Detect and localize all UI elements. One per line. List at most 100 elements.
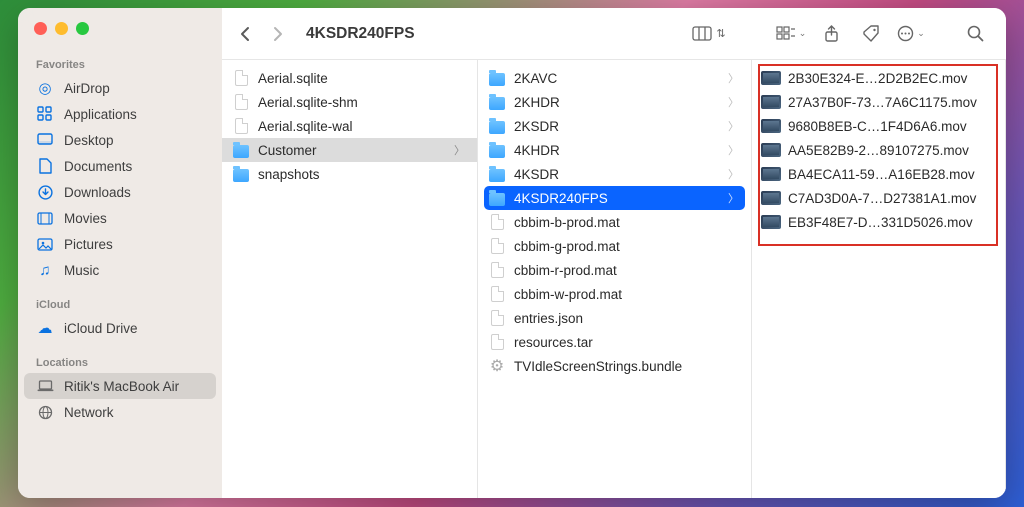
list-item[interactable]: cbbim-w-prod.mat <box>478 282 751 306</box>
zoom-window-button[interactable] <box>76 22 89 35</box>
tags-button[interactable] <box>854 20 888 48</box>
sidebar-section-title-favorites: Favorites <box>18 53 222 75</box>
share-button[interactable] <box>814 20 848 48</box>
movie-file-icon <box>762 165 780 183</box>
file-icon <box>232 93 250 111</box>
chevron-right-icon: 〉 <box>728 190 739 206</box>
file-icon <box>488 237 506 255</box>
sidebar-item-documents[interactable]: Documents <box>24 153 216 179</box>
sidebar-item-label: Ritik's MacBook Air <box>64 379 179 394</box>
folder-icon <box>488 93 506 111</box>
movie-file-icon <box>762 213 780 231</box>
list-item-label: 2B30E324-E…2D2B2EC.mov <box>788 71 993 86</box>
list-item-label: 27A37B0F-73…7A6C1175.mov <box>788 95 993 110</box>
folder-icon <box>488 69 506 87</box>
list-item-label: EB3F48E7-D…331D5026.mov <box>788 215 993 230</box>
folder-icon <box>488 189 506 207</box>
movie-file-icon <box>762 69 780 87</box>
file-icon <box>488 213 506 231</box>
chevron-right-icon: 〉 <box>728 70 739 86</box>
sidebar-item-pictures[interactable]: Pictures <box>24 231 216 257</box>
sidebar-item-label: iCloud Drive <box>64 321 138 336</box>
group-button[interactable]: ⌄ <box>774 20 808 48</box>
file-icon <box>488 309 506 327</box>
airdrop-icon: ◎ <box>36 79 54 97</box>
sidebar-item-downloads[interactable]: Downloads <box>24 179 216 205</box>
back-button[interactable] <box>230 20 258 48</box>
list-item-label: 2KSDR <box>514 119 720 134</box>
list-item[interactable]: 4KHDR〉 <box>478 138 751 162</box>
list-item-label: 9680B8EB-C…1F4D6A6.mov <box>788 119 993 134</box>
sidebar-item-icloud-drive[interactable]: ☁︎ iCloud Drive <box>24 315 216 341</box>
sidebar-item-applications[interactable]: Applications <box>24 101 216 127</box>
chevron-right-icon: 〉 <box>728 94 739 110</box>
list-item[interactable]: Aerial.sqlite-wal <box>222 114 477 138</box>
close-window-button[interactable] <box>34 22 47 35</box>
movie-file-icon <box>762 141 780 159</box>
sidebar-item-network[interactable]: Network <box>24 399 216 425</box>
column-1: Aerial.sqlite Aerial.sqlite-shm Aerial.sql… <box>222 60 478 498</box>
sidebar-section-title-icloud: iCloud <box>18 293 222 315</box>
list-item[interactable]: cbbim-b-prod.mat <box>478 210 751 234</box>
list-item[interactable]: 2KHDR〉 <box>478 90 751 114</box>
sidebar-item-label: Downloads <box>64 185 131 200</box>
sidebar-item-movies[interactable]: Movies <box>24 205 216 231</box>
list-item[interactable]: ⚙︎TVIdleScreenStrings.bundle <box>478 354 751 378</box>
list-item-label: cbbim-w-prod.mat <box>514 287 739 302</box>
list-item[interactable]: AA5E82B9-2…89107275.mov <box>752 138 1005 162</box>
list-item-label: 2KAVC <box>514 71 720 86</box>
chevron-right-icon: 〉 <box>454 142 465 158</box>
list-item-label: Aerial.sqlite-wal <box>258 119 465 134</box>
chevron-down-icon: ⌄ <box>799 28 807 39</box>
list-item[interactable]: BA4ECA11-59…A16EB28.mov <box>752 162 1005 186</box>
list-item-label: TVIdleScreenStrings.bundle <box>514 359 739 374</box>
list-item-label: BA4ECA11-59…A16EB28.mov <box>788 167 993 182</box>
toolbar: 4KSDR240FPS ⇅ ⌄ ⌄ <box>222 8 1006 60</box>
column-3: 2B30E324-E…2D2B2EC.mov 27A37B0F-73…7A6C11… <box>752 60 1006 498</box>
sidebar-item-label: Pictures <box>64 237 113 252</box>
list-item[interactable]: resources.tar <box>478 330 751 354</box>
list-item-label: cbbim-r-prod.mat <box>514 263 739 278</box>
laptop-icon <box>36 380 54 392</box>
list-item[interactable]: 2KSDR〉 <box>478 114 751 138</box>
list-item[interactable]: Aerial.sqlite-shm <box>222 90 477 114</box>
movies-icon <box>36 212 54 225</box>
updown-icon: ⇅ <box>716 27 725 40</box>
list-item[interactable]: snapshots <box>222 162 477 186</box>
list-item[interactable]: cbbim-g-prod.mat <box>478 234 751 258</box>
sidebar-item-label: Desktop <box>64 133 114 148</box>
list-item[interactable]: cbbim-r-prod.mat <box>478 258 751 282</box>
list-item[interactable]: entries.json <box>478 306 751 330</box>
list-item-label: 4KSDR240FPS <box>514 191 720 206</box>
view-columns-button[interactable]: ⇅ <box>692 20 726 48</box>
list-item[interactable]: EB3F48E7-D…331D5026.mov <box>752 210 1005 234</box>
apps-icon <box>36 106 54 122</box>
list-item[interactable]: Customer〉 <box>222 138 477 162</box>
list-item[interactable]: C7AD3D0A-7…D27381A1.mov <box>752 186 1005 210</box>
list-item[interactable]: 4KSDR240FPS 〉 <box>484 186 745 210</box>
list-item[interactable]: 27A37B0F-73…7A6C1175.mov <box>752 90 1005 114</box>
more-button[interactable]: ⌄ <box>894 20 928 48</box>
list-item[interactable]: 2KAVC 〉 <box>478 66 751 90</box>
list-item-label: 4KHDR <box>514 143 720 158</box>
window-controls <box>18 22 222 53</box>
sidebar-item-music[interactable]: ♫ Music <box>24 257 216 283</box>
list-item[interactable]: 9680B8EB-C…1F4D6A6.mov <box>752 114 1005 138</box>
pictures-icon <box>36 238 54 251</box>
list-item-label: AA5E82B9-2…89107275.mov <box>788 143 993 158</box>
chevron-down-icon: ⌄ <box>917 28 925 39</box>
sidebar-item-airdrop[interactable]: ◎ AirDrop <box>24 75 216 101</box>
list-item[interactable]: Aerial.sqlite <box>222 66 477 90</box>
list-item[interactable]: 4KSDR〉 <box>478 162 751 186</box>
search-button[interactable] <box>958 20 992 48</box>
column-2: 2KAVC〉2KHDR〉2KSDR〉4KHDR〉4KSDR〉4KSDR240FP… <box>478 60 752 498</box>
minimize-window-button[interactable] <box>55 22 68 35</box>
sidebar-item-desktop[interactable]: Desktop <box>24 127 216 153</box>
sidebar-item-label: Documents <box>64 159 132 174</box>
cloud-icon: ☁︎ <box>36 319 54 337</box>
list-item[interactable]: 2B30E324-E…2D2B2EC.mov <box>752 66 1005 90</box>
sidebar-item-macbook[interactable]: Ritik's MacBook Air <box>24 373 216 399</box>
forward-button[interactable] <box>264 20 292 48</box>
list-item-label: entries.json <box>514 311 739 326</box>
list-item-label: Aerial.sqlite <box>258 71 465 86</box>
